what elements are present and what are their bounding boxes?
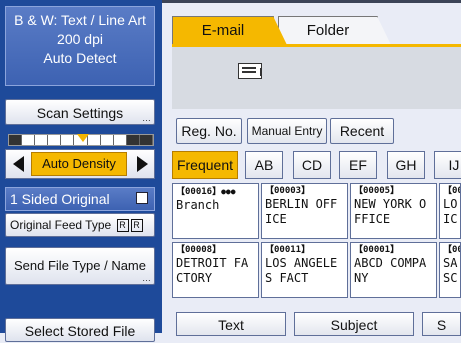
destination-name: BERLIN OFF	[265, 197, 338, 211]
destination-entry[interactable]: 【00008】 DETROIT FA CTORY	[172, 242, 259, 298]
reg-number: 【00	[443, 186, 461, 196]
tab-frequent[interactable]: Frequent	[172, 151, 238, 179]
reg-number: 【00003】	[265, 186, 311, 196]
destination-name-cont: ICE	[265, 212, 287, 226]
more-dots-icon: …	[142, 113, 151, 123]
tab-email[interactable]: E-mail	[172, 16, 287, 45]
orientation-r-rotated-icon: R	[130, 219, 143, 233]
destination-name-cont: NY	[354, 271, 369, 285]
destination-name-cont: CTORY	[176, 271, 213, 285]
scan-mode-line2: 200 dpi	[57, 31, 103, 47]
destination-entry[interactable]: 【00 SA SC	[439, 242, 461, 298]
destination-name: LO	[443, 197, 458, 211]
tab-ef[interactable]: EF	[339, 151, 377, 179]
message-tabs: Text Subject S	[172, 312, 461, 336]
tab-cd[interactable]: CD	[293, 151, 331, 179]
scan-settings-label: Scan Settings	[36, 105, 124, 121]
destination-name: DETROIT FA	[176, 256, 249, 270]
destination-entry[interactable]: 【00011】 LOS ANGELE S FACT	[261, 242, 348, 298]
destination-grid: 【00016】●●● Branch 【00003】 BERLIN OFF ICE…	[172, 183, 461, 303]
destination-name-cont: FFICE	[354, 212, 391, 226]
subject-button[interactable]: Subject	[294, 312, 414, 336]
manual-entry-button[interactable]: Manual Entry	[247, 118, 327, 144]
orientation-r-icon: R	[116, 219, 129, 233]
destination-name: ABCD COMPA	[354, 256, 427, 270]
tab-ij[interactable]: IJ	[434, 151, 461, 179]
destination-name-cont: IC	[443, 212, 458, 226]
scan-mode-line1: B & W: Text / Line Art	[14, 12, 146, 28]
reg-number: 【00008】	[176, 245, 222, 255]
destination-name: Branch	[176, 198, 220, 212]
left-panel: B & W: Text / Line Art 200 dpi Auto Dete…	[0, 0, 162, 342]
density-control: Auto Density	[5, 149, 155, 179]
density-lighter-button[interactable]	[8, 154, 28, 174]
auto-density-button[interactable]: Auto Density	[31, 152, 127, 176]
feed-type-label: Original Feed Type	[10, 218, 112, 232]
destination-entry[interactable]: 【00001】 ABCD COMPA NY	[350, 242, 437, 298]
destination-entry[interactable]: 【00003】 BERLIN OFF ICE	[261, 183, 348, 239]
sided-original-button[interactable]: 1 Sided Original	[5, 187, 155, 211]
reg-no-button[interactable]: Reg. No.	[176, 118, 242, 144]
select-stored-file-button[interactable]: Select Stored File	[5, 318, 155, 342]
select-stored-file-label: Select Stored File	[24, 323, 136, 339]
tab-gh[interactable]: GH	[387, 151, 425, 179]
sided-original-label: 1 Sided Original	[10, 191, 110, 207]
reg-number: 【00	[443, 245, 461, 255]
scan-mode-line3: Auto Detect	[43, 50, 117, 66]
tab-ab[interactable]: AB	[245, 151, 283, 179]
group-icon: ●●●	[221, 187, 236, 196]
original-page-icon	[136, 192, 148, 204]
destination-name: SA	[443, 256, 458, 270]
destination-name: LOS ANGELE	[265, 256, 338, 270]
reg-number: 【00001】	[354, 245, 400, 255]
destination-entry[interactable]: 【00005】 NEW YORK O FFICE	[350, 183, 437, 239]
sender-button[interactable]: S	[422, 312, 461, 336]
reg-number: 【00005】	[354, 186, 400, 196]
destination-entry[interactable]: 【00016】●●● Branch	[172, 183, 259, 239]
tab-folder[interactable]: Folder	[278, 16, 391, 45]
more-dots-icon: …	[142, 273, 151, 283]
density-darker-button[interactable]	[132, 154, 152, 174]
arrow-right-icon	[136, 156, 148, 172]
original-feed-type-button[interactable]: Original Feed Type RR	[5, 213, 155, 237]
destination-name: NEW YORK O	[354, 197, 427, 211]
send-file-type-button[interactable]: Send File Type / Name …	[5, 247, 155, 285]
arrow-left-icon	[12, 156, 24, 172]
reg-number: 【00011】	[265, 245, 311, 255]
destination-name-cont: SC	[443, 271, 458, 285]
text-button[interactable]: Text	[176, 312, 286, 336]
density-marker-icon	[77, 134, 89, 142]
destination-name-cont: S FACT	[265, 271, 309, 285]
destination-entry[interactable]: 【00 LO IC	[439, 183, 461, 239]
send-file-type-label: Send File Type / Name	[14, 258, 146, 273]
email-envelope-icon	[238, 63, 262, 79]
destination-field[interactable]	[172, 44, 461, 109]
reg-number: 【00016】	[176, 187, 222, 197]
scan-settings-button[interactable]: Scan Settings …	[5, 99, 155, 125]
recent-button[interactable]: Recent	[330, 118, 394, 144]
scan-mode-display: B & W: Text / Line Art 200 dpi Auto Dete…	[5, 6, 155, 86]
